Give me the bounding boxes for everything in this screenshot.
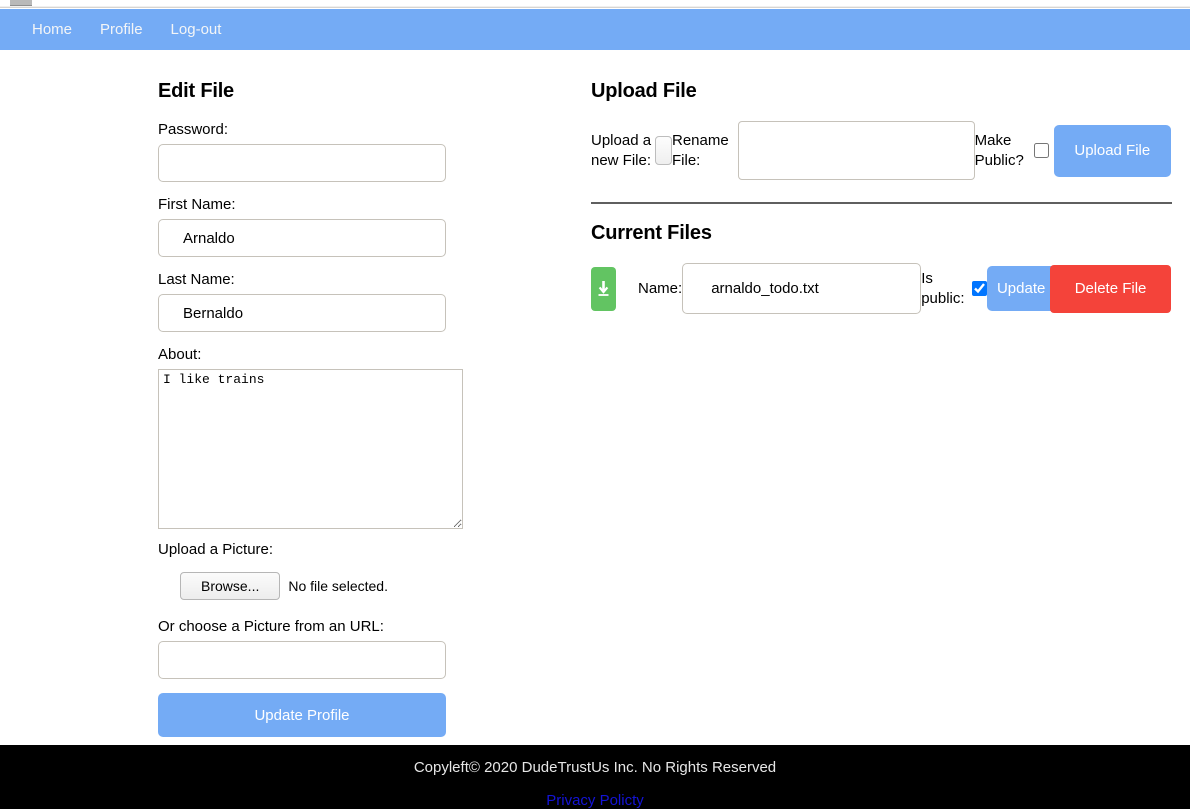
picture-url-label: Or choose a Picture from an URL:: [158, 618, 384, 635]
picture-url-input[interactable]: [158, 641, 446, 679]
edit-file-heading: Edit File: [158, 80, 234, 102]
about-label: About:: [158, 346, 202, 363]
delete-file-button[interactable]: Delete File: [1050, 264, 1171, 313]
upload-file-button[interactable]: Upload File: [1053, 124, 1171, 177]
copyright-text: Copyleft© 2020 DudeTrustUs Inc. No Right…: [413, 759, 777, 776]
rename-file-label: Rename File:: [672, 132, 729, 169]
upload-new-file-label: Upload a new File:: [591, 132, 652, 169]
password-label: Password:: [158, 121, 229, 138]
update-profile-button[interactable]: Update Profile: [158, 693, 446, 737]
nav-link-home[interactable]: Home: [18, 9, 86, 50]
picture-file-row: Browse... No file selected.: [180, 572, 468, 600]
password-input[interactable]: [158, 144, 446, 182]
nav-link-logout[interactable]: Log-out: [157, 9, 236, 50]
about-textarea[interactable]: [158, 369, 463, 529]
page-content: Edit File Password: First Name: Last Nam…: [0, 50, 1190, 745]
make-public-checkbox[interactable]: [1033, 143, 1049, 158]
download-button[interactable]: [591, 266, 616, 311]
edit-file-panel: Edit File Password: First Name: Last Nam…: [158, 80, 468, 737]
download-icon: [598, 280, 609, 296]
nav-link-profile[interactable]: Profile: [86, 9, 157, 50]
upload-picture-label: Upload a Picture:: [158, 541, 274, 558]
upload-file-row: Upload a new File: Rename File: Make Pub…: [591, 121, 1171, 180]
file-selected-status: No file selected.: [288, 578, 388, 594]
current-files-heading: Current Files: [591, 222, 712, 244]
first-name-input[interactable]: [158, 219, 446, 257]
last-name-label: Last Name:: [158, 271, 235, 288]
first-name-label: First Name:: [158, 196, 236, 213]
file-name-label: Name:: [638, 280, 683, 297]
footer: Copyleft© 2020 DudeTrustUs Inc. No Right…: [0, 745, 1190, 809]
table-row: Name: Is public: Update Delete File: [591, 263, 1171, 314]
upload-file-heading: Upload File: [591, 80, 697, 102]
last-name-input[interactable]: [158, 294, 446, 332]
navbar: Home Profile Log-out: [0, 9, 1190, 50]
rename-file-input[interactable]: [738, 121, 975, 180]
make-public-label: Make Public?: [974, 132, 1024, 169]
is-public-label: Is public:: [921, 270, 965, 307]
upload-file-panel: Upload File Upload a new File: Rename Fi…: [591, 80, 1172, 314]
privacy-policy-link[interactable]: Privacy Policty: [0, 792, 1190, 809]
update-file-button[interactable]: Update: [987, 266, 1056, 311]
window-edge-strip: [0, 6, 1190, 8]
browse-button[interactable]: Browse...: [180, 572, 281, 600]
file-name-input[interactable]: [682, 263, 922, 314]
upload-file-input[interactable]: [655, 136, 672, 165]
section-divider: [591, 202, 1172, 204]
is-public-checkbox[interactable]: [972, 281, 988, 296]
